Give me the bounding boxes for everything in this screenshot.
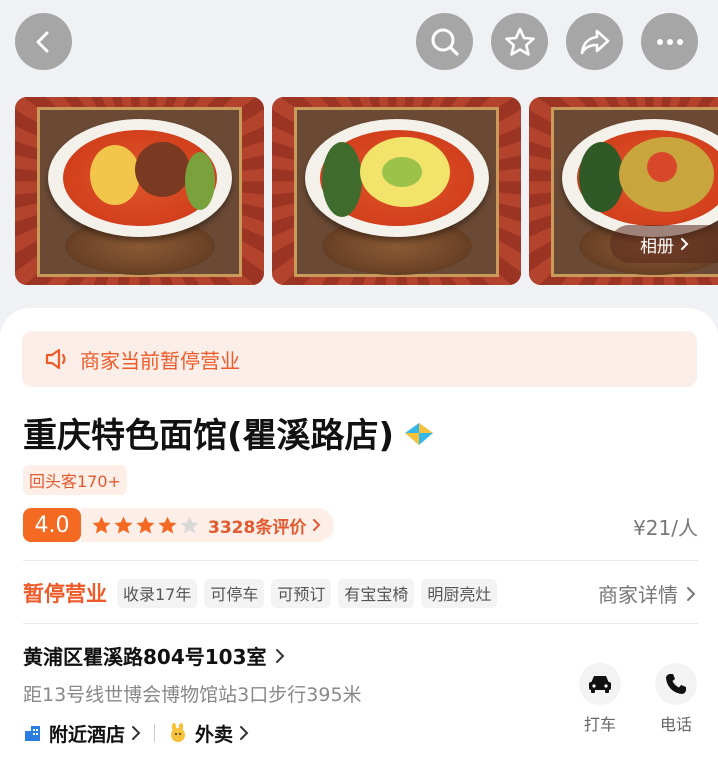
returning-customer-text: 回头客170+ — [29, 472, 121, 491]
takeout-link[interactable]: 外卖 — [167, 720, 250, 747]
shop-name-text: 重庆特色面馆(瞿溪路店) — [23, 416, 395, 456]
distance-text: 距13号线世博会博物馆站3口步行395米 — [23, 684, 362, 706]
phone-icon-wrap — [655, 663, 697, 705]
notice-text: 商家当前暂停营业 — [80, 348, 240, 373]
chevron-right-icon — [313, 519, 321, 531]
star-outline-icon — [504, 27, 535, 56]
star-filled-icon — [136, 516, 155, 533]
nearby-hotel-link[interactable]: 附近酒店 — [23, 720, 142, 747]
hotel-building-icon — [25, 726, 40, 741]
status-tags-row: 暂停营业 收录17年 可停车 可预订 有宝宝椅 明厨亮灶 商家详情 — [23, 576, 698, 610]
taxi-button[interactable]: 打车 — [570, 663, 630, 735]
merchant-details-text: 商家详情 — [598, 583, 678, 607]
rating-row[interactable]: 4.0 3328条评价 ¥21/人 — [23, 508, 698, 542]
nearby-links-row: 附近酒店 外卖 — [23, 718, 250, 748]
speaker-icon — [45, 348, 66, 370]
shop-name: 重庆特色面馆(瞿溪路店) — [23, 408, 436, 457]
returning-customer-badge: 回头客170+ — [23, 465, 127, 495]
share-arrow-icon — [580, 29, 609, 54]
closed-notice-banner: 商家当前暂停营业 — [22, 331, 697, 387]
star-filled-icon — [158, 516, 177, 533]
feature-tag: 收录17年 — [117, 578, 198, 608]
gallery-photo[interactable] — [15, 97, 264, 285]
chevron-right-icon — [681, 238, 689, 250]
phone-icon — [666, 674, 686, 694]
chevron-left-icon — [36, 31, 48, 52]
star-filled-icon — [92, 516, 111, 533]
price-per-person: ¥21/人 — [633, 516, 698, 540]
shop-info-sheet: 商家当前暂停营业 重庆特色面馆(瞿溪路店) 回头客170+ 4.0 3328条评… — [0, 308, 718, 757]
favorite-button[interactable] — [491, 13, 548, 70]
rating-score: 4.0 — [23, 508, 81, 542]
share-button[interactable] — [566, 13, 623, 70]
takeout-text: 外卖 — [195, 723, 234, 746]
car-icon — [589, 676, 611, 693]
merchant-details-link[interactable]: 商家详情 — [598, 579, 698, 608]
gallery-photo[interactable] — [272, 97, 521, 285]
rating-pill[interactable]: 3328条评价 — [81, 508, 335, 542]
kangaroo-takeout-icon — [171, 723, 186, 742]
chevron-right-icon — [275, 648, 284, 663]
star-empty-icon — [180, 516, 199, 533]
taxi-icon-wrap — [579, 663, 621, 705]
search-button[interactable] — [416, 13, 473, 70]
star-rating — [91, 515, 200, 536]
feature-tag: 明厨亮灶 — [421, 578, 498, 608]
feature-tag: 可停车 — [204, 578, 265, 608]
review-count: 3328条评价 — [208, 517, 307, 538]
address-link[interactable]: 黄浦区瞿溪路804号103室 — [23, 641, 287, 670]
album-button[interactable]: 相册 — [610, 225, 718, 263]
business-status: 暂停营业 — [23, 582, 107, 606]
star-filled-icon — [114, 516, 133, 533]
taxi-label: 打车 — [583, 715, 616, 734]
album-label: 相册 — [640, 236, 674, 257]
search-icon — [431, 28, 459, 56]
divider — [23, 560, 698, 561]
nearby-hotel-text: 附近酒店 — [49, 723, 126, 746]
photo-gallery[interactable]: 相册 — [0, 97, 718, 286]
phone-label: 电话 — [659, 715, 692, 734]
link-separator — [154, 724, 156, 742]
back-button[interactable] — [15, 13, 72, 70]
phone-button[interactable]: 电话 — [646, 663, 706, 735]
more-dots-icon — [656, 38, 683, 45]
more-button[interactable] — [641, 13, 698, 70]
chevron-right-icon — [687, 586, 696, 601]
chevron-right-icon — [240, 726, 249, 740]
diamond-badge-icon — [405, 422, 434, 445]
address-text: 黄浦区瞿溪路804号103室 — [23, 645, 267, 669]
top-bar — [0, 0, 718, 84]
divider — [23, 623, 698, 624]
feature-tag: 有宝宝椅 — [338, 578, 415, 608]
feature-tag: 可预订 — [271, 578, 332, 608]
chevron-right-icon — [132, 726, 141, 740]
